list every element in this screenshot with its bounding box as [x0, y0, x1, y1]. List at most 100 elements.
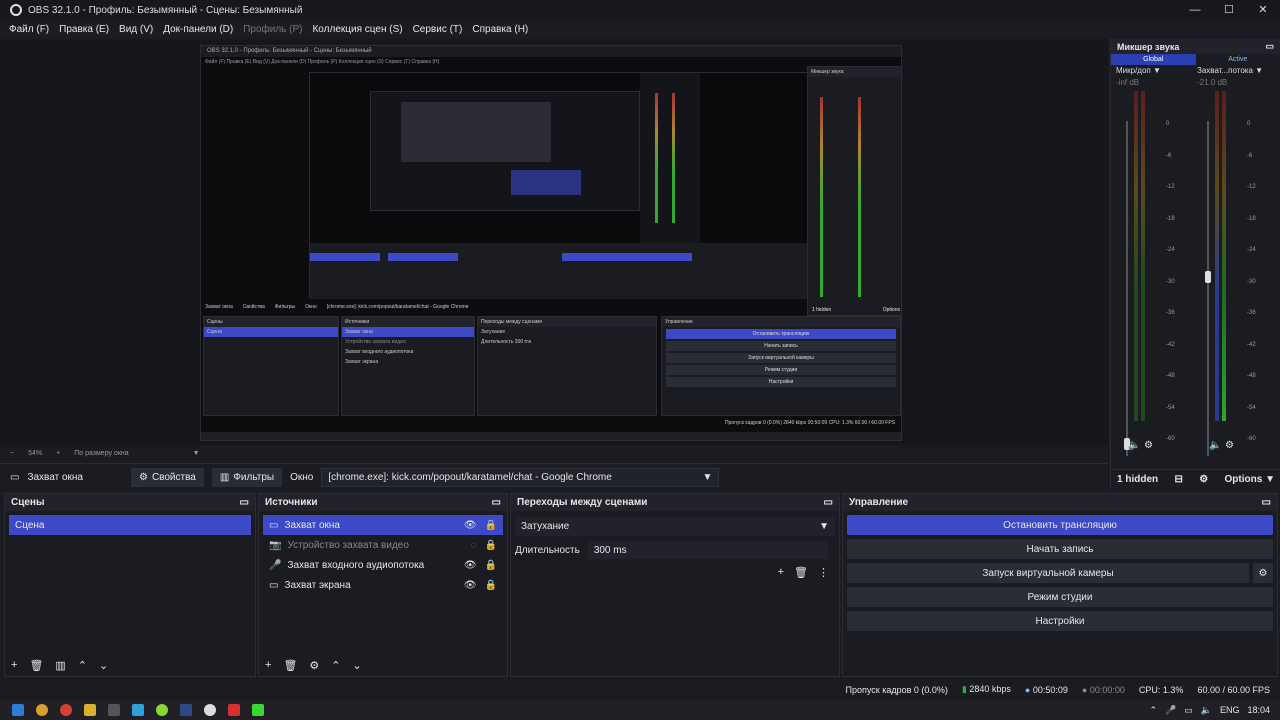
desktop-config-icon[interactable]: ⚙	[1225, 440, 1234, 451]
chrome-icon[interactable]	[156, 704, 168, 716]
eye-icon[interactable]: 👁	[464, 560, 477, 571]
stop-stream-button[interactable]: Остановить трансляцию	[847, 515, 1273, 535]
add-scene-button[interactable]: +	[11, 659, 17, 672]
app-icon[interactable]	[252, 704, 264, 716]
microphone-icon[interactable]: 🎤	[1165, 705, 1176, 716]
scene-item[interactable]: Сцена	[9, 515, 251, 535]
folder-icon[interactable]	[84, 704, 96, 716]
desktop-volume-knob[interactable]	[1205, 271, 1211, 283]
chrome-icon[interactable]	[36, 704, 48, 716]
add-transition-button[interactable]: +	[778, 566, 784, 579]
eye-hidden-icon[interactable]: ◌	[471, 540, 477, 551]
app-icon[interactable]	[132, 704, 144, 716]
bitrate: ▮ 2840 kbps	[961, 684, 1011, 694]
layout-icon[interactable]: ⊟	[1174, 474, 1182, 485]
lock-icon[interactable]: 🔒	[485, 560, 497, 571]
desktop-volume-slider[interactable]	[1207, 121, 1209, 456]
zoom-out-button[interactable]: −	[10, 450, 14, 457]
studio-mode-button[interactable]: Режим студии	[847, 587, 1273, 607]
steam-icon[interactable]	[180, 704, 192, 716]
hidden-count[interactable]: 1 hidden	[1117, 474, 1158, 485]
source-item[interactable]: ▭ Захват экрана 👁 🔒	[263, 575, 503, 595]
duration-input[interactable]: 300 ms	[587, 542, 828, 559]
virtual-camera-button[interactable]: Запуск виртуальной камеры	[847, 563, 1249, 583]
menu-tools[interactable]: Сервис (T)	[408, 24, 468, 35]
move-down-button[interactable]: ⌄	[99, 659, 108, 672]
move-up-button[interactable]: ⌃	[78, 659, 87, 672]
speaker-icon[interactable]: 🔈	[1209, 440, 1221, 451]
settings-button[interactable]: Настройки	[847, 611, 1273, 631]
menu-file[interactable]: Файл (F)	[4, 24, 54, 35]
desktop-db-scale: 0 -6 -12 -18 -24 -30 -36 -42 -48 -54 -60	[1247, 121, 1256, 442]
obs-icon[interactable]	[204, 704, 216, 716]
windows-start-icon[interactable]	[12, 704, 24, 716]
add-source-button[interactable]: +	[265, 659, 271, 672]
program-preview[interactable]: OBS 32.1.0 - Профиль: Безымянный - Сцены…	[200, 45, 902, 441]
virtual-camera-settings-icon[interactable]: ⚙	[1253, 563, 1273, 583]
zoom-in-button[interactable]: +	[56, 450, 60, 457]
source-properties-button[interactable]: ⚙	[309, 659, 319, 672]
transition-select[interactable]: Затухание ▼	[515, 517, 835, 536]
mixer-dock-menu-icon[interactable]: ▭	[1265, 41, 1274, 52]
scenes-dock: Сцены ▭ Сцена + 🗑 ▥ ⌃ ⌄	[4, 493, 256, 677]
mic-config-icon[interactable]: ⚙	[1144, 440, 1153, 451]
mini-nested-screen	[370, 91, 640, 211]
dock-menu-icon[interactable]: ▭	[1262, 494, 1271, 511]
close-button[interactable]: ✕	[1246, 0, 1280, 20]
chrome-icon[interactable]	[60, 704, 72, 716]
lock-icon[interactable]: 🔒	[485, 520, 497, 531]
remove-source-button[interactable]: 🗑	[283, 659, 297, 672]
scenes-title: Сцены	[11, 497, 45, 508]
gear-icon: ⚙	[138, 471, 148, 483]
menu-view[interactable]: Вид (V)	[114, 24, 158, 35]
source-item[interactable]: 🎤 Захват входного аудиопотока 👁 🔒	[263, 555, 503, 575]
remove-scene-button[interactable]: 🗑	[29, 659, 43, 672]
menu-edit[interactable]: Правка (E)	[54, 24, 114, 35]
chevron-up-icon[interactable]: ⌃	[1149, 705, 1157, 716]
remove-transition-button[interactable]: 🗑	[794, 566, 808, 579]
dock-menu-icon[interactable]: ▭	[240, 494, 249, 511]
mixer-tab-global[interactable]: Global	[1111, 54, 1196, 65]
properties-button[interactable]: ⚙ Свойства	[130, 467, 204, 487]
filters-button[interactable]: ▥ Фильтры	[211, 467, 283, 487]
language-indicator[interactable]: ENG	[1220, 705, 1240, 715]
source-item[interactable]: 📷 Устройство захвата видео ◌ 🔒	[263, 535, 503, 555]
app-icon[interactable]	[108, 704, 120, 716]
clock[interactable]: 18:04	[1247, 705, 1270, 715]
source-item[interactable]: ▭ Захват окна 👁 🔒	[263, 515, 503, 535]
more-options-icon[interactable]: ⋮	[818, 566, 829, 579]
eye-icon[interactable]: 👁	[464, 580, 477, 591]
audio-mixer-dock: Микшер звука ▭ Global Active Микр/доп ▼ -…	[1110, 39, 1280, 489]
minimize-button[interactable]: —	[1178, 0, 1212, 20]
signal-icon: ▮	[961, 684, 967, 694]
lock-icon[interactable]: 🔒	[485, 540, 497, 551]
menu-help[interactable]: Справка (H)	[467, 24, 533, 35]
mixer-settings-icon[interactable]: ⚙	[1199, 474, 1208, 485]
zoom-mode[interactable]: По размеру окна	[74, 450, 128, 457]
dock-menu-icon[interactable]: ▭	[824, 494, 833, 511]
mixer-options-button[interactable]: Options ▼	[1225, 474, 1275, 485]
mini-menu-bar: Файл (F) Правка (E) Вид (V) Док-панели (…	[205, 59, 440, 65]
youtube-icon[interactable]	[228, 704, 240, 716]
eye-icon[interactable]: 👁	[464, 520, 477, 531]
desktop-volume-meter	[1215, 91, 1219, 421]
menu-scene-collection[interactable]: Коллекция сцен (S)	[307, 24, 407, 35]
maximize-button[interactable]: ☐	[1212, 0, 1246, 20]
chevron-down-icon[interactable]: ▼	[1255, 66, 1263, 75]
mixer-tab-active[interactable]: Active	[1196, 54, 1280, 65]
menu-docks[interactable]: Док-панели (D)	[158, 24, 238, 35]
zoom-dropdown-icon[interactable]: ▼	[193, 450, 200, 457]
scene-filters-button[interactable]: ▥	[55, 659, 65, 672]
mic-volume-slider[interactable]	[1126, 121, 1128, 456]
lock-icon[interactable]: 🔒	[485, 580, 497, 591]
start-record-button[interactable]: Начать запись	[847, 539, 1273, 559]
network-icon[interactable]: ▭	[1184, 705, 1193, 716]
move-up-button[interactable]: ⌃	[331, 659, 340, 672]
move-down-button[interactable]: ⌄	[353, 659, 362, 672]
chevron-down-icon[interactable]: ▼	[1153, 66, 1161, 75]
window-select[interactable]: [chrome.exe]: kick.com/popout/karatamel/…	[321, 467, 720, 487]
dock-menu-icon[interactable]: ▭	[492, 494, 501, 511]
volume-icon[interactable]: 🔈	[1201, 705, 1212, 716]
speaker-icon[interactable]: 🔈	[1128, 440, 1140, 451]
menu-profile[interactable]: Профиль (P)	[238, 24, 307, 35]
